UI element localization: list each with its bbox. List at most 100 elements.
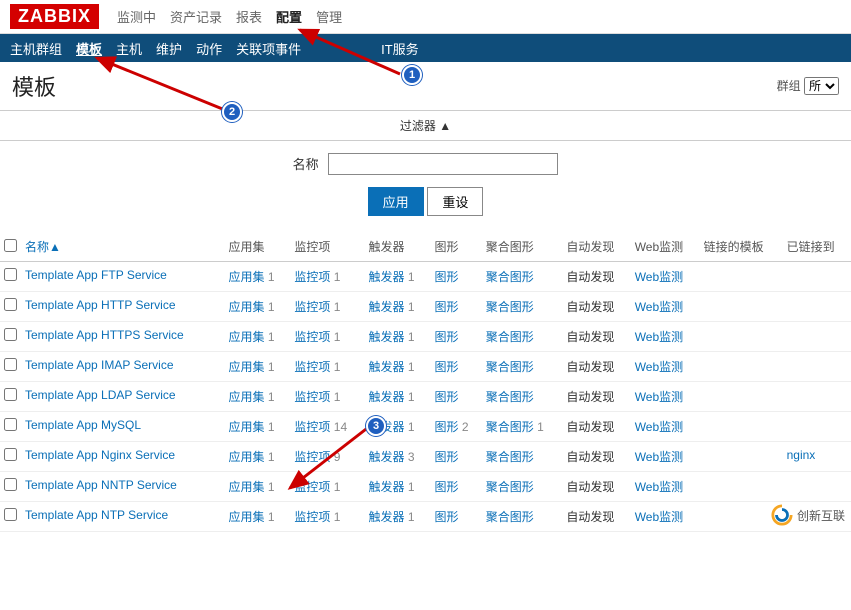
- triggers-link[interactable]: 触发器 3: [365, 442, 431, 472]
- screens-link[interactable]: 聚合图形: [482, 502, 563, 532]
- subnav-模板[interactable]: 模板: [76, 39, 102, 58]
- header-checkbox[interactable]: [0, 232, 21, 262]
- triggers-link[interactable]: 触发器 1: [365, 322, 431, 352]
- topnav-监测中[interactable]: 监测中: [117, 7, 156, 26]
- apply-button[interactable]: 应用: [368, 187, 424, 216]
- screens-link[interactable]: 聚合图形: [482, 322, 563, 352]
- template-name-link[interactable]: Template App NTP Service: [21, 502, 224, 532]
- graphs-link[interactable]: 图形: [430, 262, 481, 292]
- apps-link[interactable]: 应用集 1: [224, 382, 290, 412]
- web-link[interactable]: Web监测: [631, 352, 700, 382]
- template-name-link[interactable]: Template App IMAP Service: [21, 352, 224, 382]
- row-checkbox[interactable]: [0, 472, 21, 502]
- discovery-cell: 自动发现: [562, 262, 630, 292]
- triggers-link[interactable]: 触发器 1: [365, 412, 431, 442]
- triggers-link[interactable]: 触发器 1: [365, 382, 431, 412]
- apps-link[interactable]: 应用集 1: [224, 502, 290, 532]
- apps-link[interactable]: 应用集 1: [224, 412, 290, 442]
- subnav-维护[interactable]: 维护: [156, 39, 182, 58]
- linked-to-cell: [783, 292, 851, 322]
- template-name-link[interactable]: Template App HTTP Service: [21, 292, 224, 322]
- reset-button[interactable]: 重设: [427, 187, 483, 216]
- web-link[interactable]: Web监测: [631, 412, 700, 442]
- screens-link[interactable]: 聚合图形: [482, 472, 563, 502]
- linked-tpl-cell: [700, 352, 783, 382]
- items-link[interactable]: 监控项 14: [290, 412, 364, 442]
- row-checkbox[interactable]: [0, 502, 21, 532]
- triggers-link[interactable]: 触发器 1: [365, 502, 431, 532]
- subnav-主机[interactable]: 主机: [116, 39, 142, 58]
- row-checkbox[interactable]: [0, 262, 21, 292]
- web-link[interactable]: Web监测: [631, 262, 700, 292]
- template-name-link[interactable]: Template App HTTPS Service: [21, 322, 224, 352]
- items-link[interactable]: 监控项 1: [290, 262, 364, 292]
- graphs-link[interactable]: 图形: [430, 472, 481, 502]
- template-name-link[interactable]: Template App NNTP Service: [21, 472, 224, 502]
- screens-link[interactable]: 聚合图形: [482, 352, 563, 382]
- items-link[interactable]: 监控项 1: [290, 322, 364, 352]
- screens-link[interactable]: 聚合图形: [482, 262, 563, 292]
- screens-link[interactable]: 聚合图形: [482, 442, 563, 472]
- apps-link[interactable]: 应用集 1: [224, 262, 290, 292]
- group-select[interactable]: 所: [804, 77, 839, 95]
- items-link[interactable]: 监控项 1: [290, 382, 364, 412]
- topnav-配置[interactable]: 配置: [276, 7, 302, 26]
- col-linked-to: 已链接到: [783, 232, 851, 262]
- subnav-IT服务[interactable]: IT服务: [381, 39, 419, 58]
- graphs-link[interactable]: 图形: [430, 292, 481, 322]
- items-link[interactable]: 监控项 1: [290, 352, 364, 382]
- items-link[interactable]: 监控项 9: [290, 442, 364, 472]
- web-link[interactable]: Web监测: [631, 442, 700, 472]
- screens-link[interactable]: 聚合图形 1: [482, 412, 563, 442]
- web-link[interactable]: Web监测: [631, 292, 700, 322]
- triggers-link[interactable]: 触发器 1: [365, 352, 431, 382]
- template-name-link[interactable]: Template App Nginx Service: [21, 442, 224, 472]
- row-checkbox[interactable]: [0, 382, 21, 412]
- subnav-动作[interactable]: 动作: [196, 39, 222, 58]
- col-web: Web监测: [631, 232, 700, 262]
- filter-toggle[interactable]: 过滤器 ▲: [0, 110, 851, 141]
- web-link[interactable]: Web监测: [631, 502, 700, 532]
- screens-link[interactable]: 聚合图形: [482, 382, 563, 412]
- items-link[interactable]: 监控项 1: [290, 292, 364, 322]
- triggers-link[interactable]: 触发器 1: [365, 292, 431, 322]
- apps-link[interactable]: 应用集 1: [224, 442, 290, 472]
- web-link[interactable]: Web监测: [631, 322, 700, 352]
- row-checkbox[interactable]: [0, 412, 21, 442]
- items-link[interactable]: 监控项 1: [290, 502, 364, 532]
- template-name-link[interactable]: Template App MySQL: [21, 412, 224, 442]
- discovery-cell: 自动发现: [562, 322, 630, 352]
- topnav-报表[interactable]: 报表: [236, 7, 262, 26]
- apps-link[interactable]: 应用集 1: [224, 472, 290, 502]
- topnav-资产记录[interactable]: 资产记录: [170, 7, 222, 26]
- row-checkbox[interactable]: [0, 322, 21, 352]
- template-name-link[interactable]: Template App LDAP Service: [21, 382, 224, 412]
- web-link[interactable]: Web监测: [631, 472, 700, 502]
- graphs-link[interactable]: 图形: [430, 382, 481, 412]
- row-checkbox[interactable]: [0, 352, 21, 382]
- graphs-link[interactable]: 图形: [430, 442, 481, 472]
- graphs-link[interactable]: 图形: [430, 502, 481, 532]
- topnav-管理[interactable]: 管理: [316, 7, 342, 26]
- col-name[interactable]: 名称▲: [21, 232, 224, 262]
- triggers-link[interactable]: 触发器 1: [365, 472, 431, 502]
- row-checkbox[interactable]: [0, 292, 21, 322]
- template-name-link[interactable]: Template App FTP Service: [21, 262, 224, 292]
- graphs-link[interactable]: 图形: [430, 352, 481, 382]
- apps-link[interactable]: 应用集 1: [224, 292, 290, 322]
- graphs-link[interactable]: 图形 2: [430, 412, 481, 442]
- subnav-关联项事件[interactable]: 关联项事件: [236, 39, 301, 58]
- watermark: 创新互联: [771, 504, 845, 526]
- web-link[interactable]: Web监测: [631, 382, 700, 412]
- row-checkbox[interactable]: [0, 442, 21, 472]
- filter-name-input[interactable]: [328, 153, 558, 175]
- graphs-link[interactable]: 图形: [430, 322, 481, 352]
- screens-link[interactable]: 聚合图形: [482, 292, 563, 322]
- linked-to-cell: [783, 322, 851, 352]
- apps-link[interactable]: 应用集 1: [224, 352, 290, 382]
- triggers-link[interactable]: 触发器 1: [365, 262, 431, 292]
- items-link[interactable]: 监控项 1: [290, 472, 364, 502]
- subnav-主机群组[interactable]: 主机群组: [10, 39, 62, 58]
- linked-to-cell[interactable]: nginx: [783, 442, 851, 472]
- apps-link[interactable]: 应用集 1: [224, 322, 290, 352]
